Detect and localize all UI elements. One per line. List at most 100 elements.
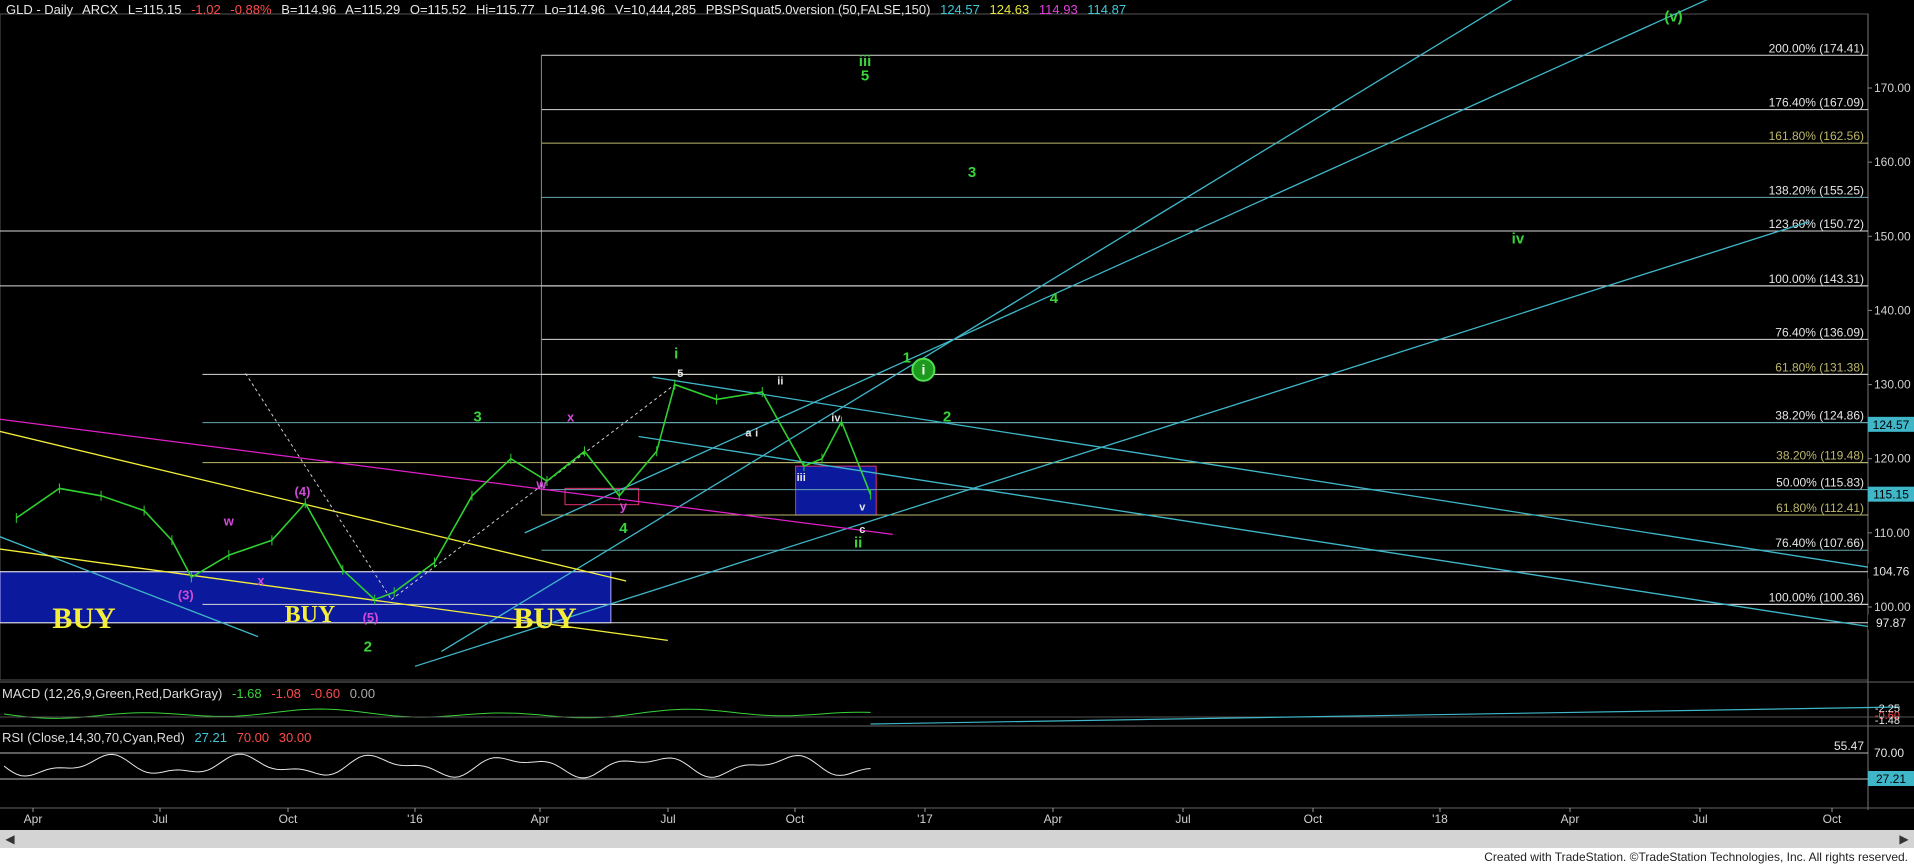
wave-label-white: ii bbox=[777, 376, 783, 388]
y-tick-label: 110.00 bbox=[1874, 526, 1910, 540]
chart-canvas: 200.00% (174.41) 176.40% (167.09) 161.80% … bbox=[0, 0, 1914, 826]
scroll-left-icon[interactable]: ◀ bbox=[2, 831, 18, 847]
wave-label-green: (v) bbox=[1664, 8, 1682, 25]
wave-label-magenta: x bbox=[567, 410, 575, 425]
wave-label-green: 4 bbox=[1050, 290, 1059, 307]
y-tick-label: 100.00 bbox=[1874, 600, 1911, 614]
rsi-value-2: 70.00 bbox=[236, 730, 270, 745]
buy-label: BUY bbox=[52, 602, 116, 635]
fib-level-label: 76.40% (107.66) bbox=[1775, 536, 1864, 550]
x-tick-label: Oct bbox=[786, 812, 805, 826]
indicator-value-2: 124.63 bbox=[989, 2, 1030, 17]
channel-lower bbox=[414, 220, 1810, 667]
y-tick-label: 150.00 bbox=[1874, 229, 1911, 243]
macd-title-row: MACD (12,26,9,Green,Red,DarkGray) -1.68 … bbox=[2, 686, 381, 701]
wave-label-green: 2 bbox=[364, 638, 372, 655]
fib-level-label: 38.20% (119.48) bbox=[1776, 449, 1864, 463]
wave-label-green: iv bbox=[1512, 231, 1525, 248]
wave-label-magenta: (5) bbox=[363, 610, 379, 625]
buy-label: BUY bbox=[285, 602, 336, 628]
trend-yellow-1 bbox=[0, 430, 627, 582]
horizontal-scrollbar[interactable]: ◀ ▶ bbox=[0, 830, 1914, 848]
scroll-right-icon[interactable]: ▶ bbox=[1896, 831, 1912, 847]
change-value: -1.02 bbox=[191, 2, 221, 17]
y-tick-label: 120.00 bbox=[1874, 452, 1911, 466]
volume-value: V=10,444,285 bbox=[614, 2, 697, 17]
macd-title: MACD (12,26,9,Green,Red,DarkGray) bbox=[2, 686, 223, 701]
x-tick-label: Oct bbox=[1304, 812, 1323, 826]
wave-label-green: 2 bbox=[943, 409, 951, 426]
dotted-wave-line bbox=[391, 384, 676, 600]
macd-tag: -1.48 bbox=[1875, 715, 1900, 727]
x-tick-label: Jul bbox=[1692, 812, 1707, 826]
low-value: Lo=114.96 bbox=[544, 2, 606, 17]
indicator-value-3: 114.93 bbox=[1038, 2, 1078, 17]
high-value: Hi=115.77 bbox=[475, 2, 535, 17]
change-percent: -0.88% bbox=[230, 2, 272, 17]
x-tick-label: Jul bbox=[152, 812, 167, 826]
fib-level-label: 100.00% (143.31) bbox=[1769, 272, 1864, 286]
indicator-value-4: 114.87 bbox=[1087, 2, 1127, 17]
price-tag-label: 104.76 bbox=[1873, 565, 1910, 579]
fib-level-label: 161.80% (162.56) bbox=[1769, 129, 1864, 143]
wave-label-white: i bbox=[755, 427, 758, 439]
rsi-title: RSI (Close,14,30,70,Cyan,Red) bbox=[2, 730, 185, 745]
rsi-tag: 27.21 bbox=[1876, 772, 1906, 786]
fib-level-label: 200.00% (174.41) bbox=[1769, 41, 1864, 55]
channel-down-1 bbox=[638, 435, 1887, 630]
x-tick-label: Apr bbox=[1044, 812, 1063, 826]
fib-level-label: 138.20% (155.25) bbox=[1769, 183, 1864, 197]
dotted-wave-line bbox=[245, 373, 392, 600]
wave-label-magenta: w bbox=[535, 476, 547, 491]
rsi-value-3: 30.00 bbox=[278, 730, 312, 745]
x-tick-label: Jul bbox=[660, 812, 675, 826]
wave-circle-label: i bbox=[921, 362, 925, 378]
open-value: O=115.52 bbox=[409, 2, 467, 17]
wave-label-green: i bbox=[674, 346, 678, 363]
bid-value: B=114.96 bbox=[281, 2, 337, 17]
x-tick-label: '18 bbox=[1432, 812, 1448, 826]
ask-value: A=115.29 bbox=[345, 2, 401, 17]
wave-label-green: 3 bbox=[473, 409, 481, 426]
wave-label-white: iv bbox=[831, 413, 841, 425]
fib-level-label: 176.40% (167.09) bbox=[1769, 96, 1864, 110]
wave-label-green: 3 bbox=[968, 164, 976, 181]
fib-level-label: 50.00% (115.83) bbox=[1776, 476, 1864, 490]
wave-label-magenta: x bbox=[257, 573, 265, 588]
fib-level-label: 76.40% (136.09) bbox=[1775, 325, 1864, 339]
wave-label-green: ii bbox=[854, 535, 862, 552]
chart-header: GLD - Daily ARCX L=115.15 -1.02 -0.88% B… bbox=[6, 2, 1132, 17]
indicator-name: PBSPSquat5.0version (50,FALSE,150) bbox=[705, 2, 931, 17]
price-series-line bbox=[15, 383, 872, 601]
wave-label-white: a bbox=[745, 427, 752, 439]
x-tick-label: Oct bbox=[279, 812, 298, 826]
trend-magenta bbox=[0, 418, 893, 535]
wave-label-magenta: y bbox=[620, 499, 628, 514]
fib-level-label: 61.80% (131.38) bbox=[1775, 360, 1864, 374]
indicator-value-1: 124.57 bbox=[940, 2, 980, 17]
wave-label-white: c bbox=[859, 524, 865, 536]
macd-value-1: -1.68 bbox=[231, 686, 262, 701]
wave-label-white: v bbox=[859, 502, 866, 514]
price-tag-label: 124.57 bbox=[1873, 418, 1910, 432]
wave-label-white: iii bbox=[797, 472, 806, 484]
macd-value-3: -0.60 bbox=[310, 686, 341, 701]
x-tick-label: Jul bbox=[1175, 812, 1190, 826]
x-tick-label: Oct bbox=[1823, 812, 1842, 826]
channel-upper-2 bbox=[524, 0, 1708, 534]
wave-label-green: 5 bbox=[861, 68, 869, 85]
last-price: L=115.15 bbox=[127, 2, 182, 17]
macd-value-4: 0.00 bbox=[349, 686, 376, 701]
rsi-tag: 55.47 bbox=[1834, 739, 1864, 753]
credit-text: Created with TradeStation. ©TradeStation… bbox=[1484, 850, 1908, 864]
macd-trend-line bbox=[870, 706, 1901, 725]
price-tag-label: 97.87 bbox=[1876, 616, 1906, 630]
price-tag-label: 115.15 bbox=[1873, 488, 1909, 502]
y-tick-label: 170.00 bbox=[1874, 81, 1911, 95]
x-tick-label: Apr bbox=[1561, 812, 1580, 826]
wave-label-magenta: (3) bbox=[178, 588, 194, 603]
buy-label: BUY bbox=[513, 602, 577, 635]
y-tick-label: 140.00 bbox=[1874, 303, 1911, 317]
rsi-line bbox=[3, 753, 871, 779]
wave-label-magenta: (4) bbox=[295, 484, 311, 499]
